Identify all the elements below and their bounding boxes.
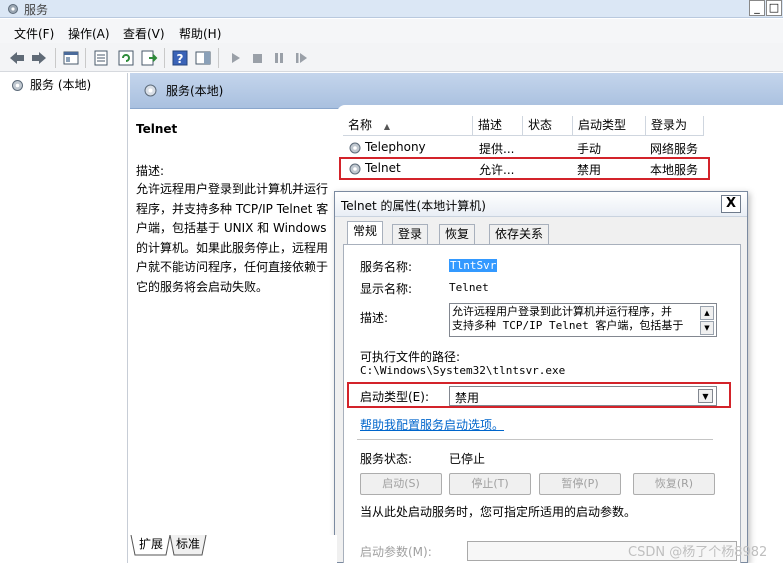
service-name-heading: Telnet — [136, 122, 178, 136]
service-status-value: 已停止 — [449, 452, 486, 466]
svg-text:?: ? — [177, 52, 184, 66]
tab-dependencies[interactable]: 依存关系 — [489, 224, 550, 244]
services-list: 名称 ▲ 描述 状态 启动类型 登录为 Telephony 提供... 手动 网… — [337, 105, 783, 190]
export-list-icon[interactable] — [140, 49, 158, 67]
start-button[interactable]: 启动(S) — [360, 473, 442, 495]
stop-service-icon[interactable] — [248, 49, 266, 67]
help-configure-startup-link[interactable]: 帮助我配置服务启动选项。 — [360, 416, 504, 433]
back-arrow-icon[interactable] — [8, 49, 26, 67]
executable-path-value: C:\Windows\System32\tlntsvr.exe — [360, 364, 566, 377]
description-field[interactable]: 允许远程用户登录到此计算机并运行程序，并 支持多种 TCP/IP Telnet … — [449, 303, 717, 337]
toolbar: ? — [0, 43, 783, 72]
forward-arrow-icon[interactable] — [30, 49, 48, 67]
service-status-label: 服务状态: — [360, 452, 413, 466]
column-header-startup-type[interactable]: 启动类型 — [573, 116, 646, 136]
watermark: CSDN @杨了个杨8982 — [628, 545, 768, 560]
menu-view[interactable]: 查看(V) — [123, 25, 165, 42]
tab-log-on[interactable]: 登录 — [392, 224, 429, 244]
column-header-name[interactable]: 名称 ▲ — [343, 116, 473, 136]
tab-general[interactable]: 常规 — [347, 221, 384, 245]
toolbar-separator — [85, 48, 86, 68]
menu-file[interactable]: 文件(F) — [14, 25, 54, 42]
start-params-label: 启动参数(M): — [360, 545, 432, 559]
services-gear-icon — [8, 4, 18, 14]
maximize-button[interactable]: □ — [766, 0, 782, 16]
highlight-box-startup-type — [347, 382, 731, 408]
service-name: Telephony — [365, 140, 426, 154]
sort-ascending-icon: ▲ — [383, 122, 390, 131]
dialog-title-bar: Telnet 的属性(本地计算机) X — [335, 192, 747, 217]
description-line: 的计算机。如果此服务停止，远程用 — [136, 240, 329, 255]
tree-item-services-local[interactable]: 服务 (本地) — [30, 76, 91, 93]
tab-extended[interactable]: 扩展 — [136, 535, 166, 555]
panel-title: 服务(本地) — [166, 84, 224, 98]
service-name-label: 服务名称: — [360, 260, 413, 274]
telnet-properties-dialog: Telnet 的属性(本地计算机) X 常规 登录 恢复 依存关系 服务名称: … — [334, 191, 748, 563]
menu-help[interactable]: 帮助(H) — [179, 25, 221, 42]
description-line: 允许远程用户登录到此计算机并运行 — [136, 182, 329, 196]
description-label: 描述: — [136, 164, 165, 178]
window-title: 服务 — [24, 3, 49, 17]
service-description: 提供... — [479, 142, 515, 156]
description-label: 描述: — [360, 311, 389, 325]
description-line: 它的服务将会启动失败。 — [136, 279, 269, 294]
description-text: 允许远程用户登录到此计算机并运行 程序，并支持多种 TCP/IP Telnet … — [136, 180, 332, 297]
minimize-button[interactable]: _ — [749, 0, 765, 16]
toolbar-separator — [164, 48, 165, 68]
description-line: 程序，并支持多种 TCP/IP Telnet 客 — [136, 201, 329, 216]
column-header-status[interactable]: 状态 — [523, 116, 573, 136]
menu-action[interactable]: 操作(A) — [68, 25, 110, 42]
start-service-icon[interactable] — [226, 49, 244, 67]
view-tabs: 扩展 标准 — [130, 535, 337, 563]
refresh-icon[interactable] — [117, 49, 135, 67]
resume-button[interactable]: 恢复(R) — [633, 473, 715, 495]
service-name-value[interactable]: TlntSvr — [449, 259, 498, 272]
pause-service-icon[interactable] — [270, 49, 288, 67]
service-log-on-as: 网络服务 — [650, 142, 699, 156]
action-pane-icon[interactable] — [194, 49, 212, 67]
description-field-text: 允许远程用户登录到此计算机并运行程序，并 支持多种 TCP/IP Telnet … — [452, 305, 684, 332]
toolbar-separator — [218, 48, 219, 68]
divider — [357, 439, 713, 440]
panel-header: 服务(本地) — [130, 73, 783, 109]
show-hide-console-tree-icon[interactable] — [62, 49, 80, 67]
scroll-up-icon[interactable]: ▲ — [700, 306, 714, 320]
restart-service-icon[interactable] — [292, 49, 310, 67]
title-bar: 服务 _ □ — [0, 0, 783, 18]
tab-standard[interactable]: 标准 — [173, 535, 203, 555]
properties-icon[interactable] — [92, 49, 110, 67]
dialog-title: Telnet 的属性(本地计算机) — [341, 199, 486, 213]
start-params-hint: 当从此处启动服务时，您可指定所适用的启动参数。 — [360, 505, 637, 519]
column-header-log-on-as[interactable]: 登录为 — [646, 116, 704, 136]
services-gear-icon — [12, 80, 23, 91]
description-line: 户端，包括基于 UNIX 和 Windows — [136, 221, 327, 235]
table-row[interactable]: Telephony 提供... 手动 网络服务 — [345, 138, 783, 158]
tab-recovery[interactable]: 恢复 — [439, 224, 476, 244]
executable-path-label: 可执行文件的路径: — [360, 350, 461, 364]
console-tree: 服务 (本地) — [0, 73, 128, 563]
highlight-box-telnet-row — [339, 157, 710, 180]
service-startup-type: 手动 — [577, 142, 602, 156]
column-header-description[interactable]: 描述 — [473, 116, 523, 136]
scroll-down-icon[interactable]: ▼ — [700, 321, 714, 335]
help-icon[interactable]: ? — [171, 49, 189, 67]
menu-bar: 文件(F) 操作(A) 查看(V) 帮助(H) — [0, 19, 783, 43]
service-gear-icon — [349, 142, 361, 154]
service-description-pane: Telnet 描述: 允许远程用户登录到此计算机并运行 程序，并支持多种 TCP… — [130, 110, 337, 540]
toolbar-separator — [55, 48, 56, 68]
services-gear-icon — [144, 84, 157, 97]
close-button[interactable]: X — [721, 195, 741, 213]
pause-button[interactable]: 暂停(P) — [539, 473, 621, 495]
display-name-value[interactable]: Telnet — [449, 281, 489, 294]
display-name-label: 显示名称: — [360, 282, 413, 296]
stop-button[interactable]: 停止(T) — [449, 473, 531, 495]
description-line: 户就不能访问程序，任何直接依赖于 — [136, 260, 329, 274]
